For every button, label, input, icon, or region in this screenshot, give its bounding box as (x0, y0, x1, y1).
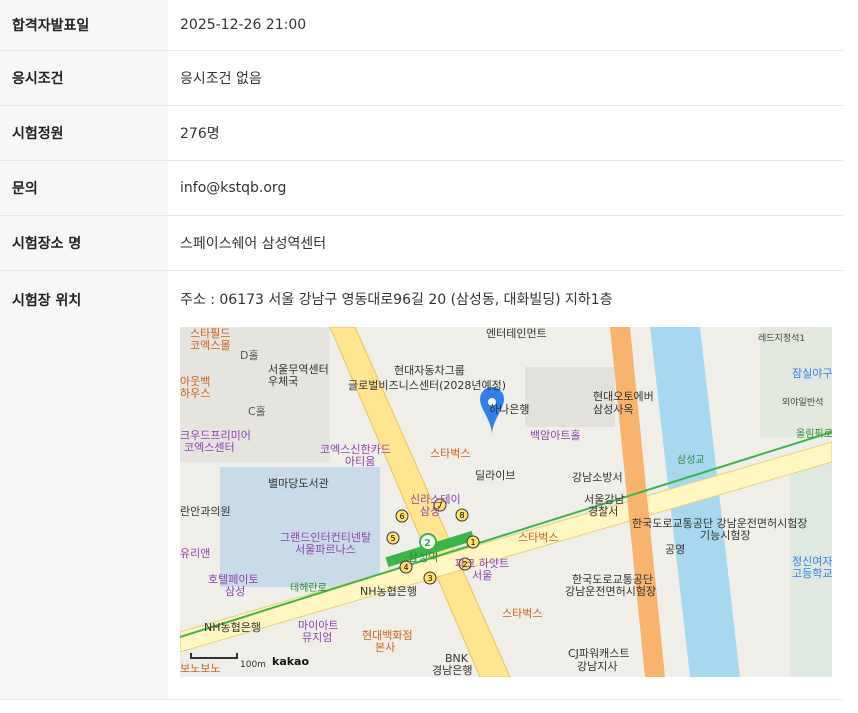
label-hyatt-seoul: 서울 (472, 569, 492, 582)
label-dilive: 딜라이브 (475, 469, 515, 482)
capacity-label: 시험정원 (0, 106, 168, 160)
label-parnas: 서울파르나스 (295, 543, 356, 556)
row-capacity: 시험정원 276명 (0, 106, 843, 161)
label-starbucks-2: 스타벅스 (518, 531, 558, 544)
condition-value: 응시조건 없음 (180, 71, 262, 87)
label-teheran-road: 테헤란로 (290, 582, 327, 594)
label-nh-bank-1: NH농협은행 (360, 585, 417, 598)
label-coex-mall: 코엑스몰 (190, 339, 230, 352)
row-venue-name: 시험장소 명 스페이스쉐어 삼성역센터 (0, 216, 843, 271)
label-byeolmadang: 별마당도서관 (268, 477, 329, 490)
exit-1: 1 (470, 538, 475, 547)
label-artium: 아티움 (345, 455, 375, 468)
label-bnk-bank: 경남은행 (432, 664, 472, 677)
label-post-office: 우체국 (268, 375, 298, 388)
label-bonobono: 보노보노 (180, 662, 220, 675)
label-hyundai-group: 현대자동차그룹 (394, 364, 465, 377)
exit-3: 3 (427, 574, 432, 583)
label-coex-center: 코엑스센터 (184, 441, 235, 454)
label-samsung-office: 삼성사옥 (593, 403, 633, 416)
exit-5: 5 (390, 534, 395, 543)
label-outfield: 외야일반석 (782, 396, 823, 408)
label-gbc: 글로벌비즈니스센터(2028년예정) (348, 379, 506, 392)
label-koroad-gangnam: 강남운전면허시험장 (565, 585, 656, 598)
exam-info-table: 합격자발표일 2025-12-26 21:00 응시조건 응시조건 없음 시험정… (0, 0, 843, 700)
label-outback-house: 하우스 (180, 386, 210, 400)
venue-name-value: 스페이스쉐어 삼성역센터 (180, 236, 327, 252)
capacity-value: 276명 (180, 126, 220, 142)
label-samsung-station: 삼성역 (408, 551, 438, 564)
venue-name-label: 시험장소 명 (0, 216, 168, 270)
label-jeongsin-school: 고등학교 (792, 567, 832, 580)
label-hyundai-motor: 현대오토에버 (593, 390, 654, 403)
kakao-logo[interactable]: kakao (272, 655, 309, 668)
label-hana-bank: 하나은행 (489, 402, 529, 416)
label-jamsil: 잠실야구 (792, 367, 832, 380)
row-venue-location: 시험장 위치 주소 : 06173 서울 강남구 영동대로96길 20 (삼성동… (0, 271, 843, 700)
venue-location-value: 주소 : 06173 서울 강남구 영동대로96길 20 (삼성동, 대화빌딩)… (168, 271, 843, 699)
contact-value[interactable]: info@kstqb.org (168, 161, 843, 215)
label-public-parking: 공영 (665, 543, 685, 556)
label-hyundai-hq: 본사 (375, 641, 395, 654)
label-c-hall: C홀 (248, 405, 266, 418)
label-hotel-peito-samsung: 삼성 (225, 585, 245, 598)
label-red-seat: 레드지정석1 (758, 333, 805, 344)
label-park-hyatt: 파크 하얏트 (455, 556, 509, 570)
contact-label: 문의 (0, 161, 168, 215)
label-shilla-samsung: 삼성 (420, 505, 440, 518)
label-entertainment: 엔터테인먼트 (486, 327, 547, 340)
label-yurian: 유리앤 (180, 547, 210, 560)
label-fire-station: 강남소방서 (572, 471, 623, 484)
address-text: 주소 : 06173 서울 강남구 영동대로96길 20 (삼성동, 대화빌딩)… (180, 292, 613, 308)
condition-label: 응시조건 (0, 51, 168, 105)
label-ranan-clinic: 란안과의원 (180, 505, 231, 518)
exit-6: 6 (399, 512, 404, 521)
label-olympic-road: 올림픽로 (796, 428, 832, 440)
label-police-station: 경찰서 (588, 505, 618, 518)
label-myart-museum: 뮤지엄 (302, 631, 332, 644)
label-cj-powercast: CJ파워캐스트 (568, 647, 630, 660)
label-baekam-hall: 백암아트홀 (530, 429, 581, 442)
label-samseong-bridge: 삼성교 (677, 454, 705, 466)
row-condition: 응시조건 응시조건 없음 (0, 51, 843, 106)
label-koroad-skill: 기능시험장 (700, 529, 751, 542)
exit-4: 4 (403, 563, 408, 572)
venue-map[interactable]: 2 1 2 3 4 5 6 7 8 스타필드 코엑스몰 D홀 C홀 서울무역센터… (180, 327, 832, 677)
result-date-label: 합격자발표일 (0, 0, 168, 50)
label-starbucks-3: 스타벅스 (502, 607, 542, 620)
label-starbucks-1: 스타벅스 (430, 447, 470, 460)
scale-text: 100m (240, 660, 266, 670)
map-canvas[interactable]: 2 1 2 3 4 5 6 7 8 스타필드 코엑스몰 D홀 C홀 서울무역센터… (180, 327, 832, 677)
venue-location-label: 시험장 위치 (0, 271, 168, 699)
result-date-value: 2025-12-26 21:00 (180, 17, 307, 33)
label-nh-bank-2: NH농협은행 (204, 621, 261, 634)
line-number-text: 2 (424, 538, 431, 549)
label-d-hall: D홀 (240, 349, 259, 362)
row-contact: 문의 info@kstqb.org (0, 161, 843, 216)
exit-8: 8 (459, 511, 464, 520)
row-result-date: 합격자발표일 2025-12-26 21:00 (0, 0, 843, 51)
label-cj-branch: 강남지사 (577, 660, 617, 673)
